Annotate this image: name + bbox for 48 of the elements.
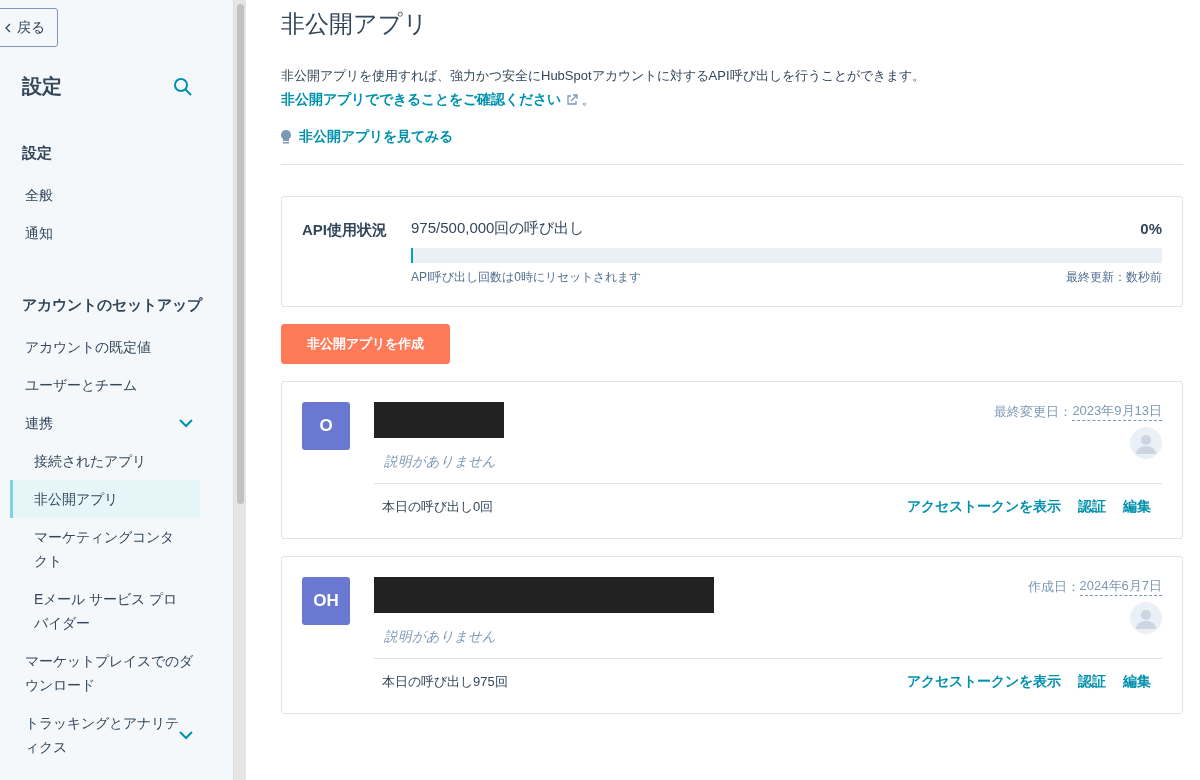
app-action-link[interactable]: 編集	[1123, 673, 1151, 691]
sidebar-heading: 設定	[21, 143, 53, 163]
explore-link[interactable]: 非公開アプリを見てみる	[299, 128, 453, 146]
calls-today: 本日の呼び出し975回	[382, 673, 508, 691]
sidebar-heading: アカウントのセットアップ	[21, 295, 204, 315]
app-action-link[interactable]: 認証	[1078, 498, 1106, 516]
learn-more-link[interactable]: 非公開アプリでできることをご確認ください	[281, 91, 578, 109]
app-description: 説明がありません	[384, 629, 496, 644]
sidebar-item[interactable]: マーケティングコンタクト	[10, 518, 200, 580]
back-button[interactable]: 戻る	[0, 8, 58, 47]
external-link-icon	[566, 94, 578, 106]
date-value: 2024年6月7日	[1079, 577, 1162, 596]
app-logo: OH	[302, 577, 350, 625]
app-action-link[interactable]: 認証	[1078, 673, 1106, 691]
search-icon[interactable]	[173, 76, 193, 97]
date-label: 最終変更日：	[994, 402, 1073, 421]
app-logo: O	[302, 402, 350, 450]
usage-calls: 975/500,000回の呼び出し	[411, 219, 585, 238]
app-action-link[interactable]: アクセストークンを表示	[907, 673, 1061, 691]
lightbulb-icon	[281, 129, 291, 145]
usage-percent: 0%	[1140, 220, 1162, 237]
page-description: 非公開アプリを使用すれば、強力かつ安全にHubSpotアカウントに対するAPI呼び出しを行うことができます。	[281, 67, 926, 85]
page-title: 非公開アプリ	[281, 9, 429, 39]
user-avatar-icon	[1130, 602, 1162, 634]
sidebar-item[interactable]: ユーザーとチーム	[0, 366, 233, 404]
sidebar-item[interactable]: 全般	[0, 176, 233, 214]
chevron-left-icon	[5, 22, 11, 33]
scrollbar-thumb[interactable]	[236, 4, 244, 504]
sidebar-item[interactable]: マーケットプレイスでのダウンロード	[0, 642, 233, 704]
sidebar-item[interactable]: トラッキングとアナリティクス	[0, 704, 233, 766]
sidebar-item[interactable]: 非公開アプリ	[10, 480, 200, 518]
calls-today: 本日の呼び出し0回	[382, 498, 494, 516]
sidebar-item[interactable]: 接続されたアプリ	[10, 442, 200, 480]
app-action-link[interactable]: アクセストークンを表示	[907, 498, 1061, 516]
last-updated: 最終更新：数秒前	[1066, 269, 1162, 286]
user-avatar-icon	[1130, 427, 1162, 459]
app-action-link[interactable]: 編集	[1123, 498, 1151, 516]
date-value: 2023年9月13日	[1072, 402, 1162, 421]
date-label: 作成日：	[1027, 577, 1080, 596]
sentence-end: 。	[582, 91, 595, 109]
sidebar-item[interactable]: アカウントの既定値	[0, 328, 233, 366]
sidebar-title: 設定	[22, 74, 62, 99]
reset-note: API呼び出し回数は0時にリセットされます	[411, 269, 642, 286]
app-description: 説明がありません	[384, 454, 496, 469]
sidebar-item[interactable]: Eメール サービス プロバイダー	[10, 580, 200, 642]
usage-label: API使用状況	[302, 221, 387, 240]
sidebar-item[interactable]: 連携	[0, 404, 233, 442]
sidebar-item[interactable]: 通知	[0, 214, 233, 252]
